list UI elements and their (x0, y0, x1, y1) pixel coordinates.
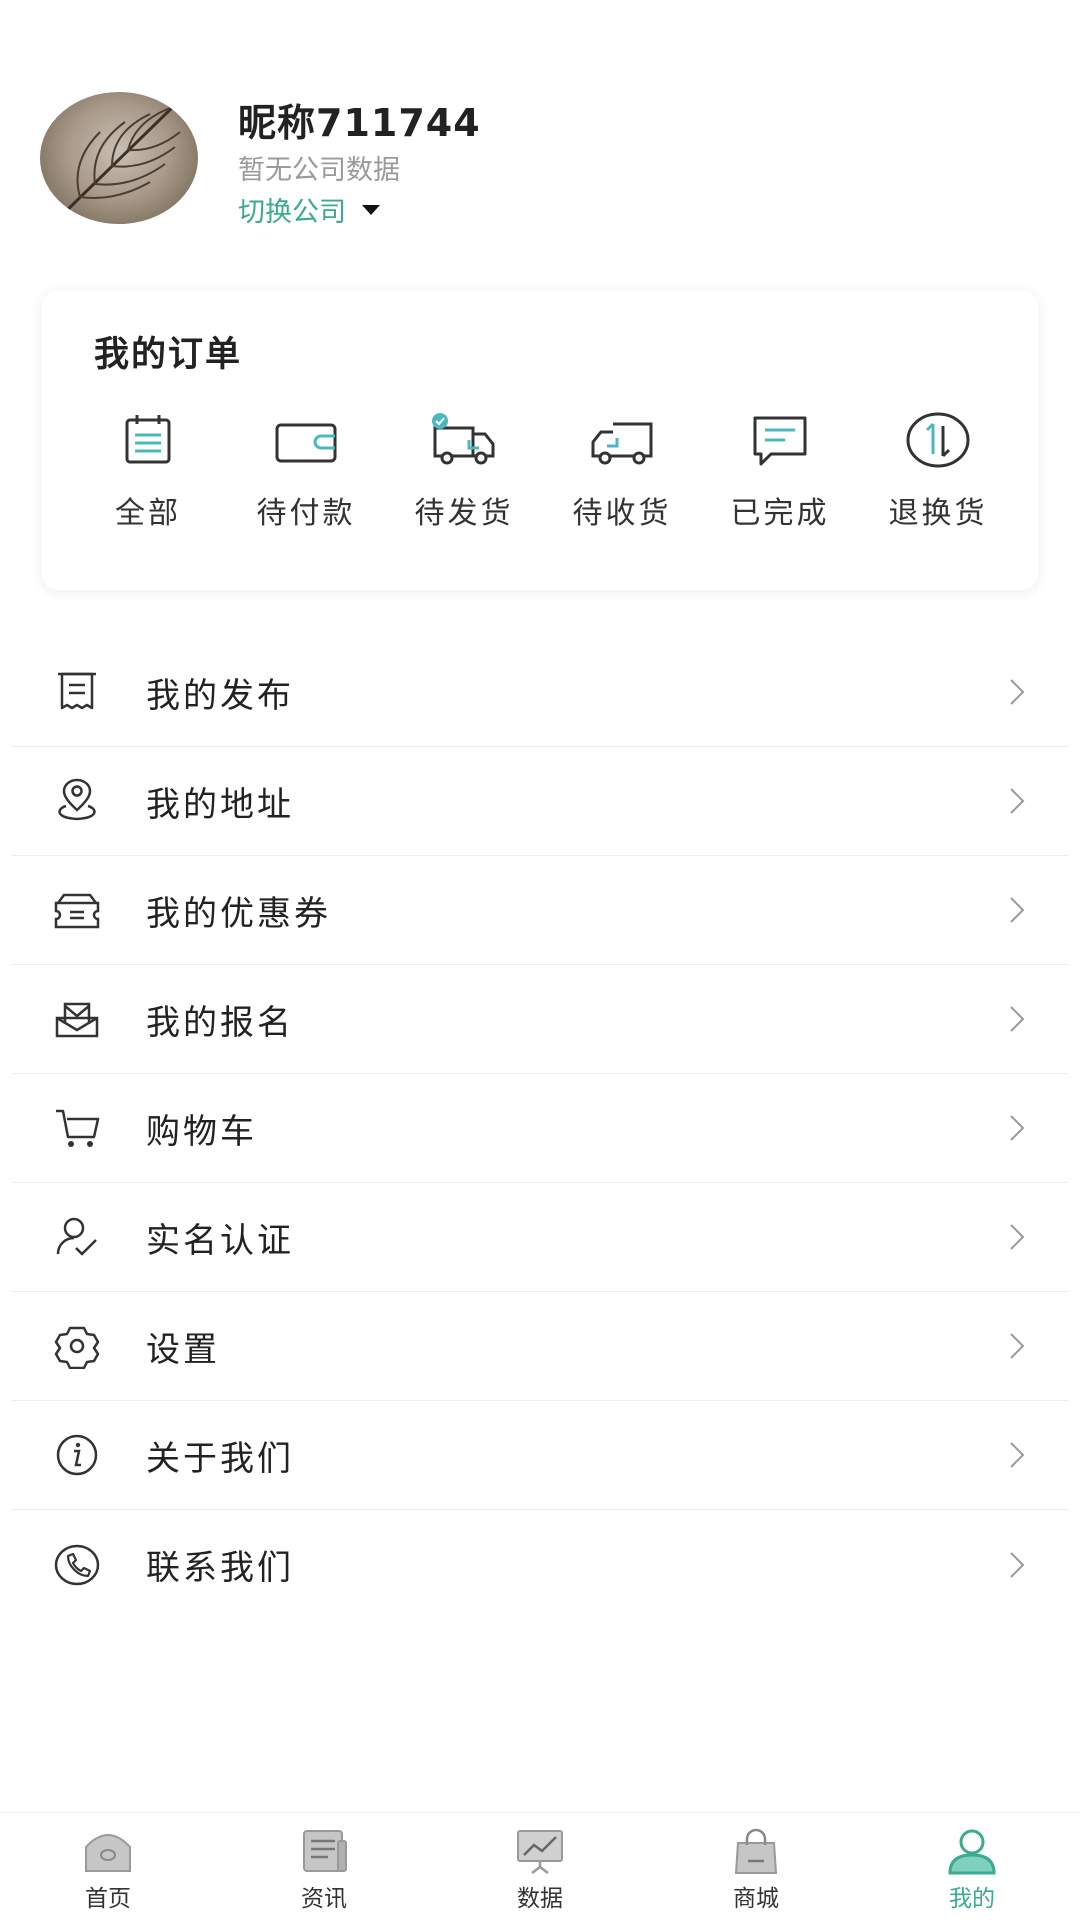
chevron-right-icon (1010, 1224, 1025, 1250)
info-icon (52, 1432, 102, 1478)
order-returns-label: 退换货 (888, 496, 988, 531)
order-all-label: 全部 (115, 496, 181, 531)
gear-icon (52, 1323, 102, 1370)
tab-news[interactable]: 资讯 (216, 1813, 432, 1920)
order-status-row: 全部 待付款 待发货 待收货 已完成 退换货 (42, 410, 1038, 532)
menu-item-my-address[interactable]: 我的地址 (12, 747, 1068, 856)
menu-item-label: 关于我们 (146, 1438, 294, 1479)
chevron-right-icon (1010, 1551, 1025, 1578)
tab-mall[interactable]: 商城 (648, 1813, 864, 1920)
order-pending-shipment-button[interactable]: 待发货 (385, 410, 543, 532)
calendar-list-icon (125, 415, 171, 464)
chevron-right-icon (1010, 788, 1025, 814)
tab-mine[interactable]: 我的 (864, 1813, 1080, 1920)
truck-check-icon (432, 413, 495, 465)
home-icon (85, 1834, 131, 1872)
menu-item-my-registrations[interactable]: 我的报名 (12, 965, 1068, 1074)
profile-header: 昵称711744 暂无公司数据 切换公司 (0, 0, 1080, 270)
menu-item-label: 联系我们 (146, 1548, 294, 1588)
menu-item-my-posts[interactable]: 我的发布 (12, 638, 1068, 747)
menu-item-contact-us[interactable]: 联系我们 (12, 1510, 1068, 1619)
switch-company-label: 切换公司 (238, 197, 346, 228)
menu-item-about-us[interactable]: 关于我们 (12, 1401, 1068, 1510)
tab-home[interactable]: 首页 (0, 1813, 216, 1920)
chevron-right-icon (1010, 1333, 1025, 1359)
menu-item-label: 我的优惠券 (146, 893, 331, 934)
menu-item-my-coupons[interactable]: 我的优惠券 (12, 856, 1068, 965)
chart-icon (517, 1830, 563, 1874)
tab-label: 首页 (85, 1886, 131, 1912)
orders-title: 我的订单 (94, 335, 243, 375)
order-pending-receipt-button[interactable]: 待收货 (543, 410, 701, 532)
receipt-icon (52, 669, 102, 715)
menu-item-label: 我的地址 (146, 784, 294, 825)
nickname: 昵称711744 (238, 101, 481, 145)
user-check-icon (52, 1214, 102, 1260)
chevron-right-icon (1010, 679, 1025, 705)
order-pending-payment-button[interactable]: 待付款 (227, 410, 385, 532)
tab-label: 资讯 (301, 1886, 347, 1912)
tab-data[interactable]: 数据 (432, 1813, 648, 1920)
order-completed-button[interactable]: 已完成 (701, 410, 859, 532)
location-icon (52, 778, 102, 824)
menu-item-label: 购物车 (146, 1111, 257, 1152)
user-icon (948, 1829, 996, 1875)
chevron-right-icon (1010, 897, 1025, 923)
shopping-bag-icon (734, 1828, 778, 1874)
chevron-right-icon (1010, 1006, 1025, 1032)
caret-down-icon (362, 204, 380, 215)
menu-item-cart[interactable]: 购物车 (12, 1074, 1068, 1183)
message-icon (753, 416, 807, 466)
order-pending-receipt-label: 待收货 (572, 496, 672, 531)
tab-label: 商城 (733, 1886, 779, 1912)
menu-item-label: 实名认证 (146, 1220, 294, 1261)
order-completed-label: 已完成 (730, 496, 830, 531)
order-pending-payment-label: 待付款 (256, 496, 356, 531)
order-all-button[interactable]: 全部 (69, 410, 227, 532)
truck-icon (591, 422, 653, 465)
tab-label: 我的 (949, 1886, 995, 1912)
chevron-right-icon (1010, 1442, 1025, 1468)
menu-item-label: 我的发布 (146, 675, 294, 716)
cart-icon (52, 1105, 102, 1151)
tab-label: 数据 (517, 1886, 563, 1912)
leaf-avatar-image (58, 98, 182, 219)
order-pending-shipment-label: 待发货 (414, 496, 514, 531)
avatar[interactable] (40, 92, 198, 224)
order-returns-button[interactable]: 退换货 (859, 410, 1017, 532)
menu-item-settings[interactable]: 设置 (12, 1292, 1068, 1401)
menu-item-label: 设置 (146, 1329, 220, 1370)
exchange-icon (906, 412, 970, 468)
menu-item-label: 我的报名 (146, 1002, 294, 1043)
menu-item-real-name-verification[interactable]: 实名认证 (12, 1183, 1068, 1292)
orders-card: 我的订单 全部 待付款 待发货 待收货 已完成 退换货 (42, 290, 1038, 590)
news-icon (303, 1830, 347, 1872)
switch-company-button[interactable]: 切换公司 (238, 190, 380, 229)
menu-list: 我的发布 我的地址 我的优惠券 我的报名 购物车 实名认证 设置 关于我们 联系… (12, 638, 1068, 1619)
chevron-right-icon (1010, 1115, 1025, 1141)
phone-icon (52, 1542, 102, 1588)
company-status: 暂无公司数据 (238, 155, 400, 186)
wallet-icon (275, 423, 337, 463)
coupon-icon (52, 887, 102, 933)
mail-tray-icon (52, 996, 102, 1042)
bottom-tab-bar: 首页 资讯 数据 商城 我的 (0, 1812, 1080, 1920)
